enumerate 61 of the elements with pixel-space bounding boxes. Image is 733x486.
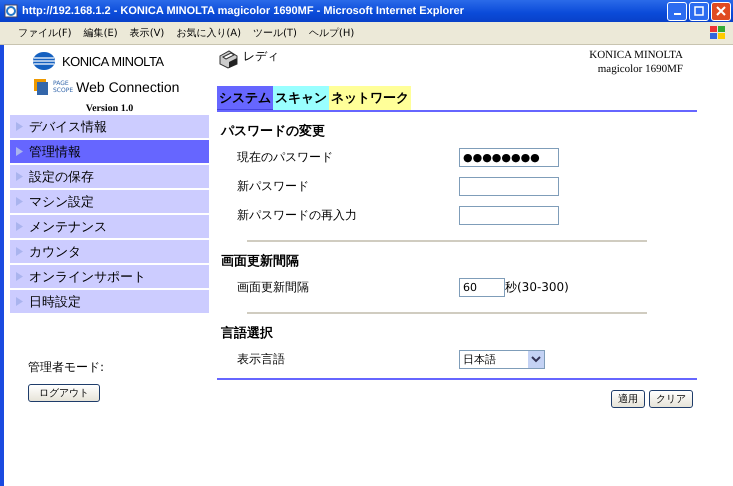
product-name: Web Connection bbox=[76, 79, 180, 95]
triangle-icon bbox=[16, 297, 23, 306]
field-label: 現在のパスワード bbox=[237, 149, 334, 166]
pagescope-logo-icon bbox=[32, 77, 50, 97]
tab[interactable]: ネットワーク bbox=[329, 86, 411, 110]
field-label: 新パスワード bbox=[237, 178, 310, 195]
sidebar-item[interactable]: 日時設定 bbox=[10, 290, 209, 313]
field-label: 表示言語 bbox=[237, 351, 286, 368]
field-label: 画面更新間隔 bbox=[237, 279, 310, 296]
triangle-icon bbox=[16, 122, 23, 131]
section-title: 言語選択 bbox=[221, 324, 274, 342]
triangle-icon bbox=[16, 222, 23, 231]
number-field[interactable]: 60 bbox=[459, 278, 505, 297]
sidebar-item[interactable]: 設定の保存 bbox=[10, 165, 209, 188]
admin-mode-label: 管理者モード: bbox=[27, 359, 106, 376]
password-field[interactable] bbox=[459, 177, 559, 196]
triangle-icon bbox=[16, 172, 23, 181]
page-icon bbox=[4, 4, 18, 18]
brand-logo: KONICA MINOLTA bbox=[62, 54, 164, 68]
status-label: レディ bbox=[243, 48, 279, 65]
menu-item[interactable]: ツール(T) bbox=[249, 26, 305, 40]
field-label: 新パスワードの再入力 bbox=[237, 207, 358, 224]
tab[interactable]: システム bbox=[217, 86, 273, 110]
triangle-icon bbox=[16, 147, 23, 156]
minimize-icon bbox=[674, 13, 680, 15]
sidebar-item[interactable]: マシン設定 bbox=[10, 190, 209, 213]
triangle-icon bbox=[16, 272, 23, 281]
version-label: Version 1.0 bbox=[84, 103, 134, 115]
menu-item[interactable]: 編集(E) bbox=[80, 26, 126, 40]
sidebar-item[interactable]: デバイス情報 bbox=[10, 115, 209, 138]
sidebar-item[interactable]: 管理情報 bbox=[10, 140, 209, 163]
form-button[interactable]: クリア bbox=[649, 390, 693, 408]
logout-button[interactable]: ログアウト bbox=[28, 384, 100, 402]
window-title: http://192.168.1.2 - KONICA MINOLTA magicolor 1690MF - Microsoft Internet Explorer bbox=[22, 5, 464, 17]
menu-item[interactable]: ヘルプ(H) bbox=[304, 26, 362, 40]
unit-label: 秒(30-300) bbox=[505, 279, 569, 296]
menu-item[interactable]: 表示(V) bbox=[126, 26, 172, 40]
section-title: 画面更新間隔 bbox=[221, 252, 300, 270]
sidebar-item[interactable]: オンラインサポート bbox=[10, 265, 209, 288]
maximize-button[interactable] bbox=[689, 2, 709, 20]
printer-icon bbox=[217, 48, 239, 70]
sidebar-item[interactable]: カウンタ bbox=[10, 240, 209, 263]
minimize-button[interactable] bbox=[667, 2, 687, 20]
sidebar-item[interactable]: メンテナンス bbox=[10, 215, 209, 238]
tab[interactable]: スキャン bbox=[273, 86, 329, 110]
close-icon bbox=[716, 6, 726, 16]
language-dropdown[interactable]: 日本語 bbox=[459, 350, 545, 369]
password-field[interactable] bbox=[459, 206, 559, 225]
model-label: magicolor 1690MF bbox=[598, 62, 683, 76]
globe-logo-icon bbox=[32, 51, 56, 71]
windows-flag-icon bbox=[709, 25, 727, 41]
triangle-icon bbox=[16, 247, 23, 256]
menu-item[interactable]: お気に入り(A) bbox=[172, 26, 249, 40]
brand-label: KONICA MINOLTA bbox=[589, 48, 683, 62]
maximize-icon bbox=[694, 6, 704, 16]
close-button[interactable] bbox=[711, 2, 731, 20]
menu-item[interactable]: ファイル(F) bbox=[14, 26, 80, 40]
password-field[interactable]: ●●●●●●●● bbox=[459, 148, 559, 167]
form-button[interactable]: 適用 bbox=[611, 390, 645, 408]
triangle-icon bbox=[16, 197, 23, 206]
section-title: パスワードの変更 bbox=[221, 122, 326, 140]
